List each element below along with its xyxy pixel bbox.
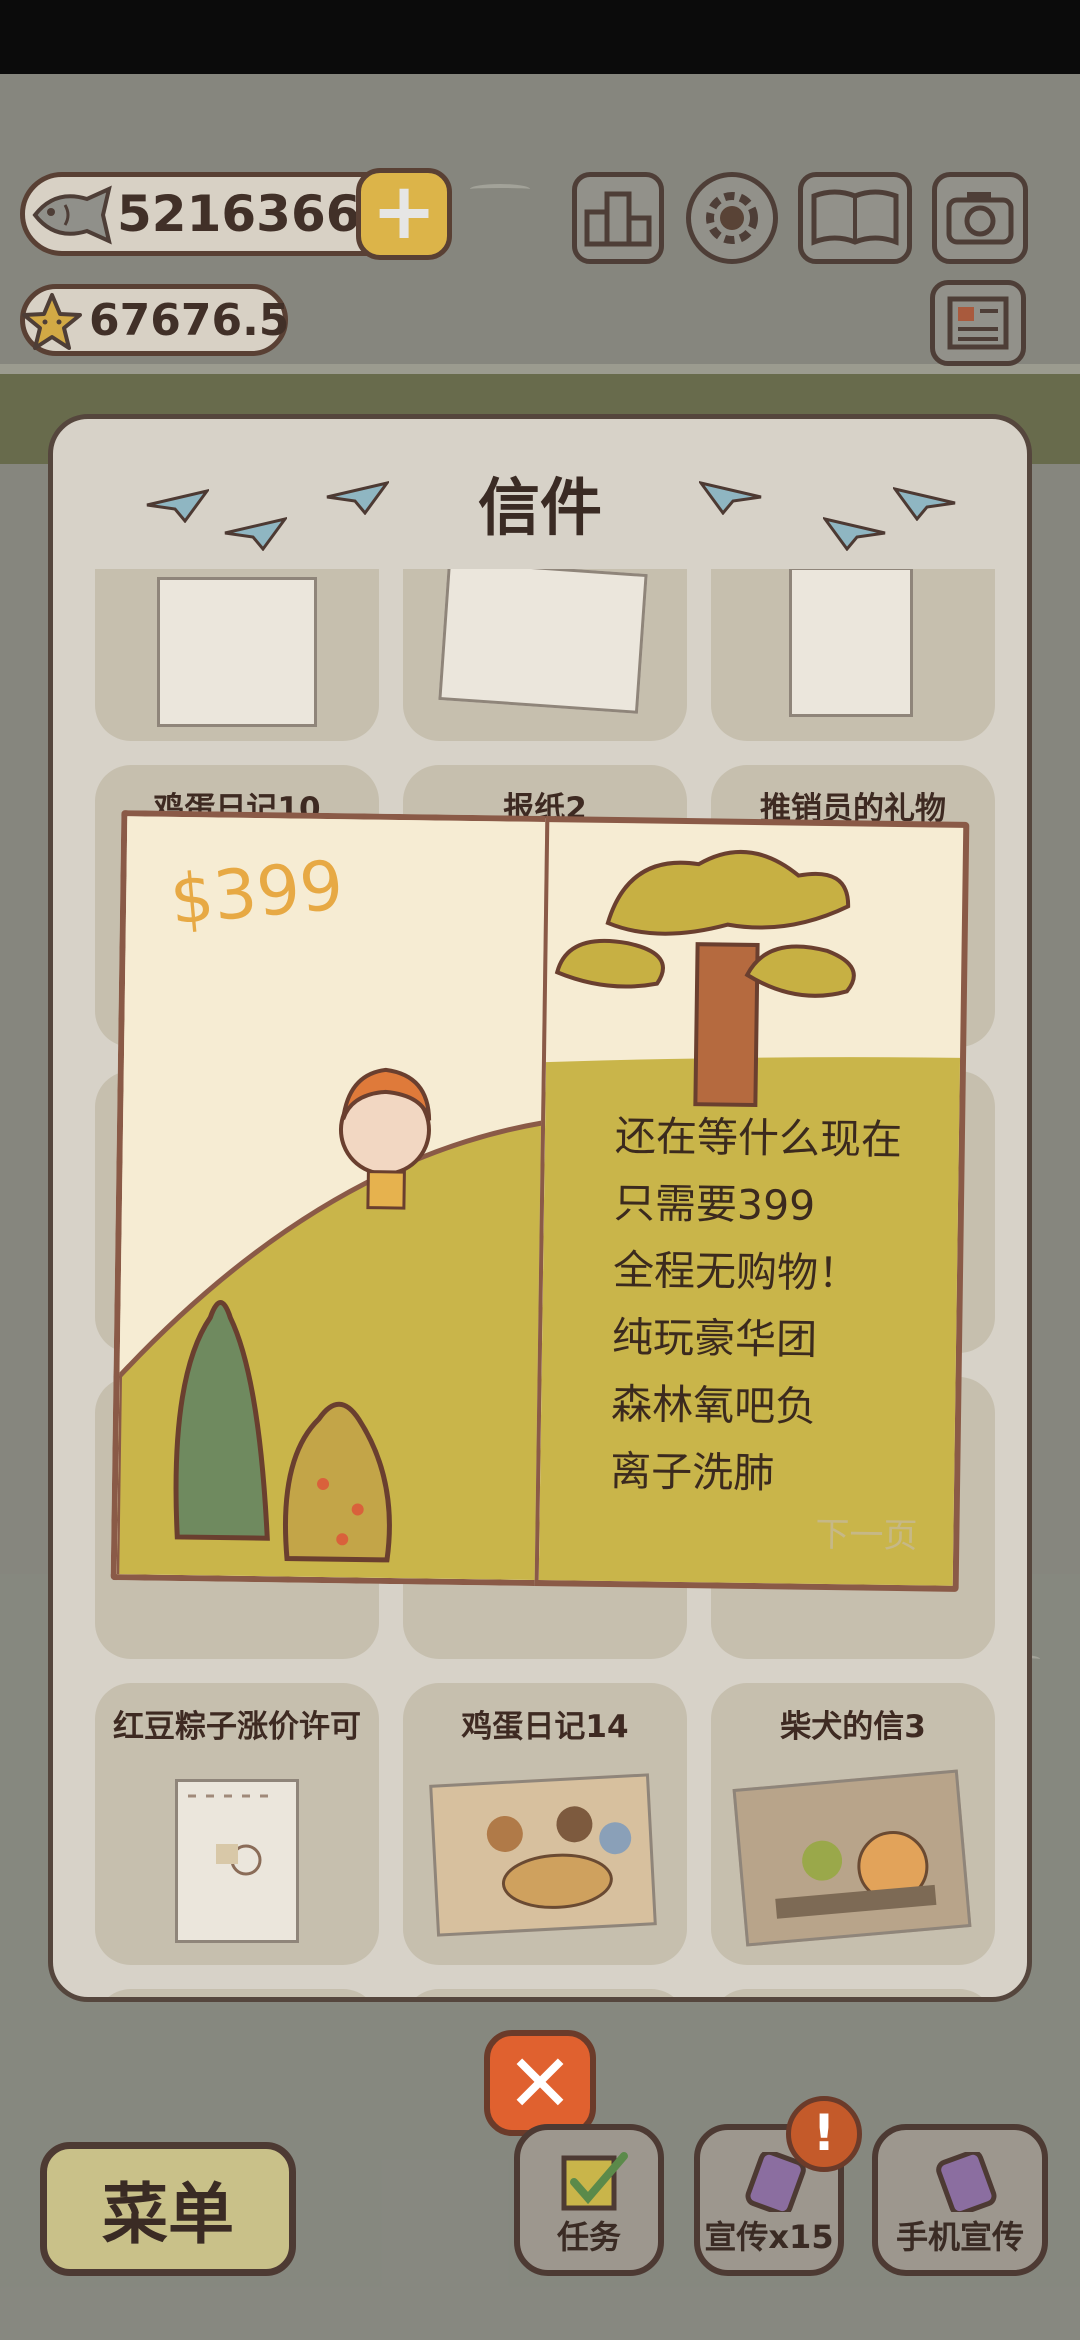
- promo-label: 宣传x15: [704, 2218, 834, 2256]
- letter-line: 只需要399: [613, 1179, 816, 1230]
- letter-thumbnail: [732, 1769, 972, 1947]
- letter-card[interactable]: [95, 569, 379, 741]
- letter-card[interactable]: [95, 1989, 379, 1997]
- letter-book: $399 还在等什么现在 只需要399 全程无购物！ 纯玩豪华团 森林氧吧负 离…: [110, 810, 970, 1592]
- phone-promo-button[interactable]: 手机宣传: [872, 2124, 1048, 2276]
- price-text: $399: [167, 846, 347, 941]
- book-page-left: $399: [110, 810, 546, 1586]
- letter-line: 纯玩豪华团: [611, 1313, 818, 1364]
- letter-card[interactable]: [403, 569, 687, 741]
- task-button[interactable]: 任务: [514, 2124, 664, 2276]
- letter-card-title: 柴犬的信3: [780, 1709, 926, 1745]
- checkbox-icon: [561, 2152, 628, 2211]
- letter-line: 森林氧吧负: [610, 1380, 817, 1431]
- status-bar: [0, 0, 1080, 74]
- paper-plane-icon: [893, 486, 956, 521]
- letter-card[interactable]: 红豆粽子涨价许可: [95, 1683, 379, 1965]
- letter-line: 全程无购物！: [612, 1246, 860, 1298]
- letter-line: 还在等什么现在: [614, 1112, 903, 1165]
- letter-thumbnail: [175, 1779, 299, 1943]
- letter-card-title: 鸡蛋日记14: [461, 1709, 629, 1745]
- letter-card[interactable]: 鸡蛋日记14: [403, 1683, 687, 1965]
- paper-plane-icon: [699, 480, 762, 515]
- book-page-right: 还在等什么现在 只需要399 全程无购物！ 纯玩豪华团 森林氧吧负 离子洗肺 下…: [534, 816, 970, 1592]
- task-label: 任务: [556, 2218, 621, 2256]
- close-button[interactable]: ✕: [484, 2030, 596, 2136]
- letter-card[interactable]: 柴犬的信3: [711, 1683, 995, 1965]
- letter-thumbnail: [438, 569, 648, 714]
- letter-line: 离子洗肺: [609, 1447, 775, 1498]
- phone-icon: [936, 2152, 997, 2212]
- menu-button[interactable]: 菜单: [40, 2142, 296, 2276]
- letter-card[interactable]: [711, 1989, 995, 1997]
- letter-thumbnail: [429, 1773, 657, 1937]
- notification-badge: !: [786, 2096, 862, 2172]
- phone-promo-label: 手机宣传: [895, 2218, 1024, 2256]
- letter-card[interactable]: [711, 569, 995, 741]
- letter-body: 还在等什么现在 只需要399 全程无购物！ 纯玩豪华团 森林氧吧负 离子洗肺: [610, 1103, 903, 1509]
- letter-card[interactable]: [403, 1989, 687, 1997]
- letter-thumbnail: [157, 577, 317, 727]
- paper-plane-icon: [823, 516, 886, 551]
- letter-thumbnail: [789, 569, 913, 717]
- close-icon: ✕: [506, 2036, 574, 2130]
- next-page-button[interactable]: 下一页: [815, 1507, 918, 1557]
- letter-card-title: 红豆粽子涨价许可: [113, 1709, 361, 1745]
